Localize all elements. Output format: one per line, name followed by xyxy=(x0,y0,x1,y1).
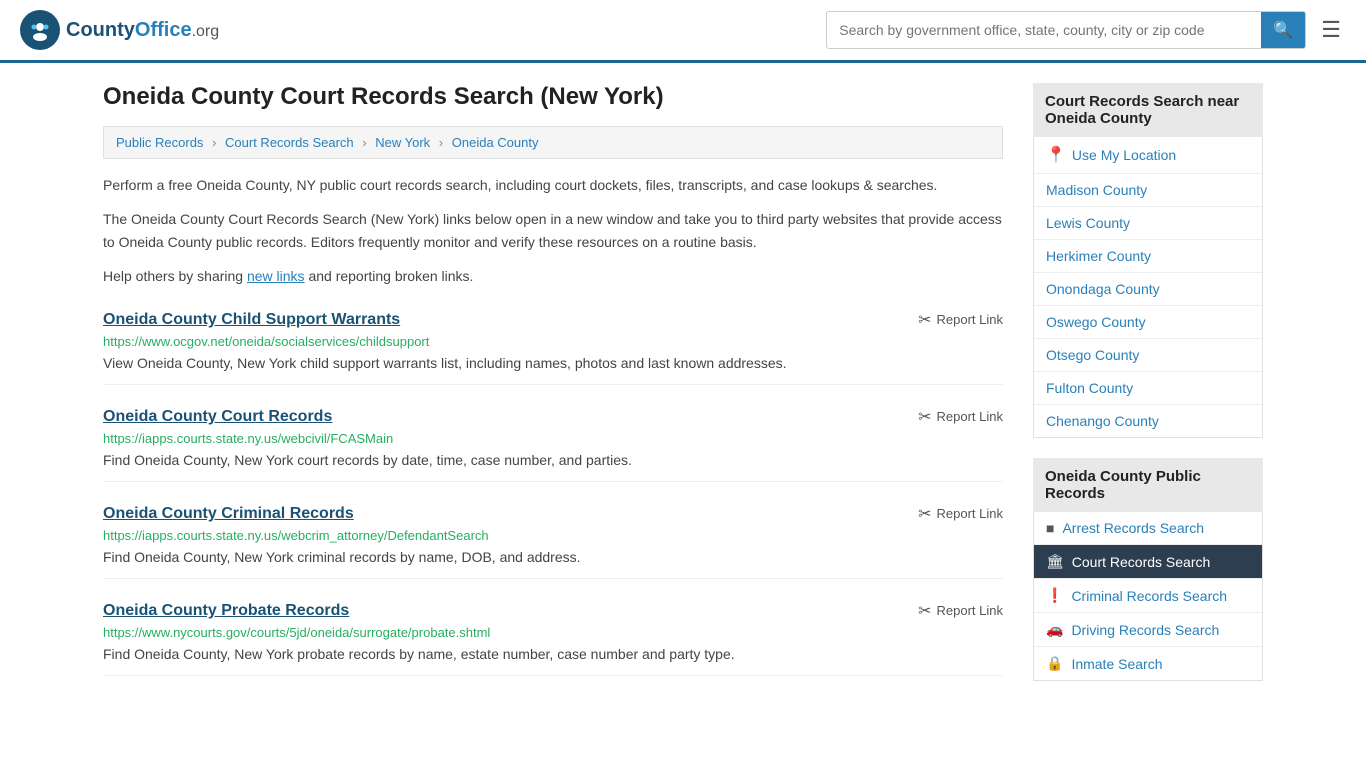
result-title[interactable]: Oneida County Court Records xyxy=(103,408,332,426)
result-title[interactable]: Oneida County Criminal Records xyxy=(103,505,354,523)
use-location-link[interactable]: Use My Location xyxy=(1072,147,1176,163)
sidebar: Court Records Search near Oneida County … xyxy=(1033,83,1263,701)
logo-text: CountyOffice.org xyxy=(66,19,219,42)
description-1: Perform a free Oneida County, NY public … xyxy=(103,174,1003,196)
sidebar-nearby: Court Records Search near Oneida County … xyxy=(1033,83,1263,438)
result-desc: Find Oneida County, New York probate rec… xyxy=(103,644,1003,665)
report-link[interactable]: ✂ Report Link xyxy=(918,310,1003,330)
sidebar-public-records: Oneida County Public Records ■ Arrest Re… xyxy=(1033,458,1263,681)
report-link[interactable]: ✂ Report Link xyxy=(918,407,1003,427)
description-2: The Oneida County Court Records Search (… xyxy=(103,208,1003,253)
court-icon: 🏛 xyxy=(1046,553,1064,570)
sidebar-item-court[interactable]: 🏛 Court Records Search xyxy=(1034,545,1262,579)
sidebar-item-oswego[interactable]: Oswego County xyxy=(1034,306,1262,339)
sidebar-item-criminal[interactable]: ❗ Criminal Records Search xyxy=(1034,579,1262,613)
result-desc: Find Oneida County, New York court recor… xyxy=(103,450,1003,471)
sidebar-item-herkimer[interactable]: Herkimer County xyxy=(1034,240,1262,273)
driving-icon: 🚗 xyxy=(1046,621,1063,638)
report-icon: ✂ xyxy=(918,601,931,621)
criminal-icon: ❗ xyxy=(1046,587,1063,604)
report-link[interactable]: ✂ Report Link xyxy=(918,504,1003,524)
result-desc: View Oneida County, New York child suppo… xyxy=(103,353,1003,374)
sidebar-item-otsego[interactable]: Otsego County xyxy=(1034,339,1262,372)
sidebar-item-arrest[interactable]: ■ Arrest Records Search xyxy=(1034,512,1262,545)
result-url: https://www.nycourts.gov/courts/5jd/onei… xyxy=(103,625,1003,640)
sidebar-item-chenango[interactable]: Chenango County xyxy=(1034,405,1262,437)
result-url: https://www.ocgov.net/oneida/socialservi… xyxy=(103,334,1003,349)
sidebar-nearby-list: 📍 Use My Location Madison County Lewis C… xyxy=(1033,137,1263,438)
result-url: https://iapps.courts.state.ny.us/webcivi… xyxy=(103,431,1003,446)
result-item: Oneida County Probate Records ✂ Report L… xyxy=(103,601,1003,676)
logo[interactable]: CountyOffice.org xyxy=(20,10,219,50)
result-title[interactable]: Oneida County Child Support Warrants xyxy=(103,311,400,329)
report-icon: ✂ xyxy=(918,310,931,330)
arrest-icon: ■ xyxy=(1046,520,1054,536)
result-item: Oneida County Criminal Records ✂ Report … xyxy=(103,504,1003,579)
result-item: Oneida County Court Records ✂ Report Lin… xyxy=(103,407,1003,482)
result-title[interactable]: Oneida County Probate Records xyxy=(103,602,349,620)
search-input[interactable] xyxy=(827,14,1261,46)
sidebar-item-madison[interactable]: Madison County xyxy=(1034,174,1262,207)
report-icon: ✂ xyxy=(918,504,931,524)
breadcrumb-oneida[interactable]: Oneida County xyxy=(452,135,539,150)
search-button[interactable]: 🔍 xyxy=(1261,12,1305,48)
site-header: CountyOffice.org 🔍 ☰ xyxy=(0,0,1366,63)
logo-icon xyxy=(20,10,60,50)
location-icon: 📍 xyxy=(1046,145,1066,165)
sidebar-nearby-header: Court Records Search near Oneida County xyxy=(1033,83,1263,137)
description-3: Help others by sharing new links and rep… xyxy=(103,265,1003,287)
sidebar-item-fulton[interactable]: Fulton County xyxy=(1034,372,1262,405)
search-bar[interactable]: 🔍 xyxy=(826,11,1306,49)
sidebar-item-lewis[interactable]: Lewis County xyxy=(1034,207,1262,240)
result-url: https://iapps.courts.state.ny.us/webcrim… xyxy=(103,528,1003,543)
report-icon: ✂ xyxy=(918,407,931,427)
breadcrumb-new-york[interactable]: New York xyxy=(375,135,430,150)
result-item: Oneida County Child Support Warrants ✂ R… xyxy=(103,310,1003,385)
inmate-icon: 🔒 xyxy=(1046,655,1063,672)
result-desc: Find Oneida County, New York criminal re… xyxy=(103,547,1003,568)
sidebar-item-driving[interactable]: 🚗 Driving Records Search xyxy=(1034,613,1262,647)
breadcrumb-public-records[interactable]: Public Records xyxy=(116,135,203,150)
sidebar-public-records-header: Oneida County Public Records xyxy=(1033,458,1263,512)
report-link[interactable]: ✂ Report Link xyxy=(918,601,1003,621)
breadcrumb-court-records[interactable]: Court Records Search xyxy=(225,135,354,150)
breadcrumb: Public Records › Court Records Search › … xyxy=(103,126,1003,159)
page-title: Oneida County Court Records Search (New … xyxy=(103,83,1003,111)
main-container: Oneida County Court Records Search (New … xyxy=(83,63,1283,721)
main-content: Oneida County Court Records Search (New … xyxy=(103,83,1003,701)
use-location[interactable]: 📍 Use My Location xyxy=(1034,137,1262,174)
sidebar-public-records-list: ■ Arrest Records Search 🏛 Court Records … xyxy=(1033,512,1263,681)
header-controls: 🔍 ☰ xyxy=(826,11,1346,49)
menu-icon[interactable]: ☰ xyxy=(1316,12,1346,48)
sidebar-item-inmate[interactable]: 🔒 Inmate Search xyxy=(1034,647,1262,680)
new-links-link[interactable]: new links xyxy=(247,268,305,284)
sidebar-item-onondaga[interactable]: Onondaga County xyxy=(1034,273,1262,306)
